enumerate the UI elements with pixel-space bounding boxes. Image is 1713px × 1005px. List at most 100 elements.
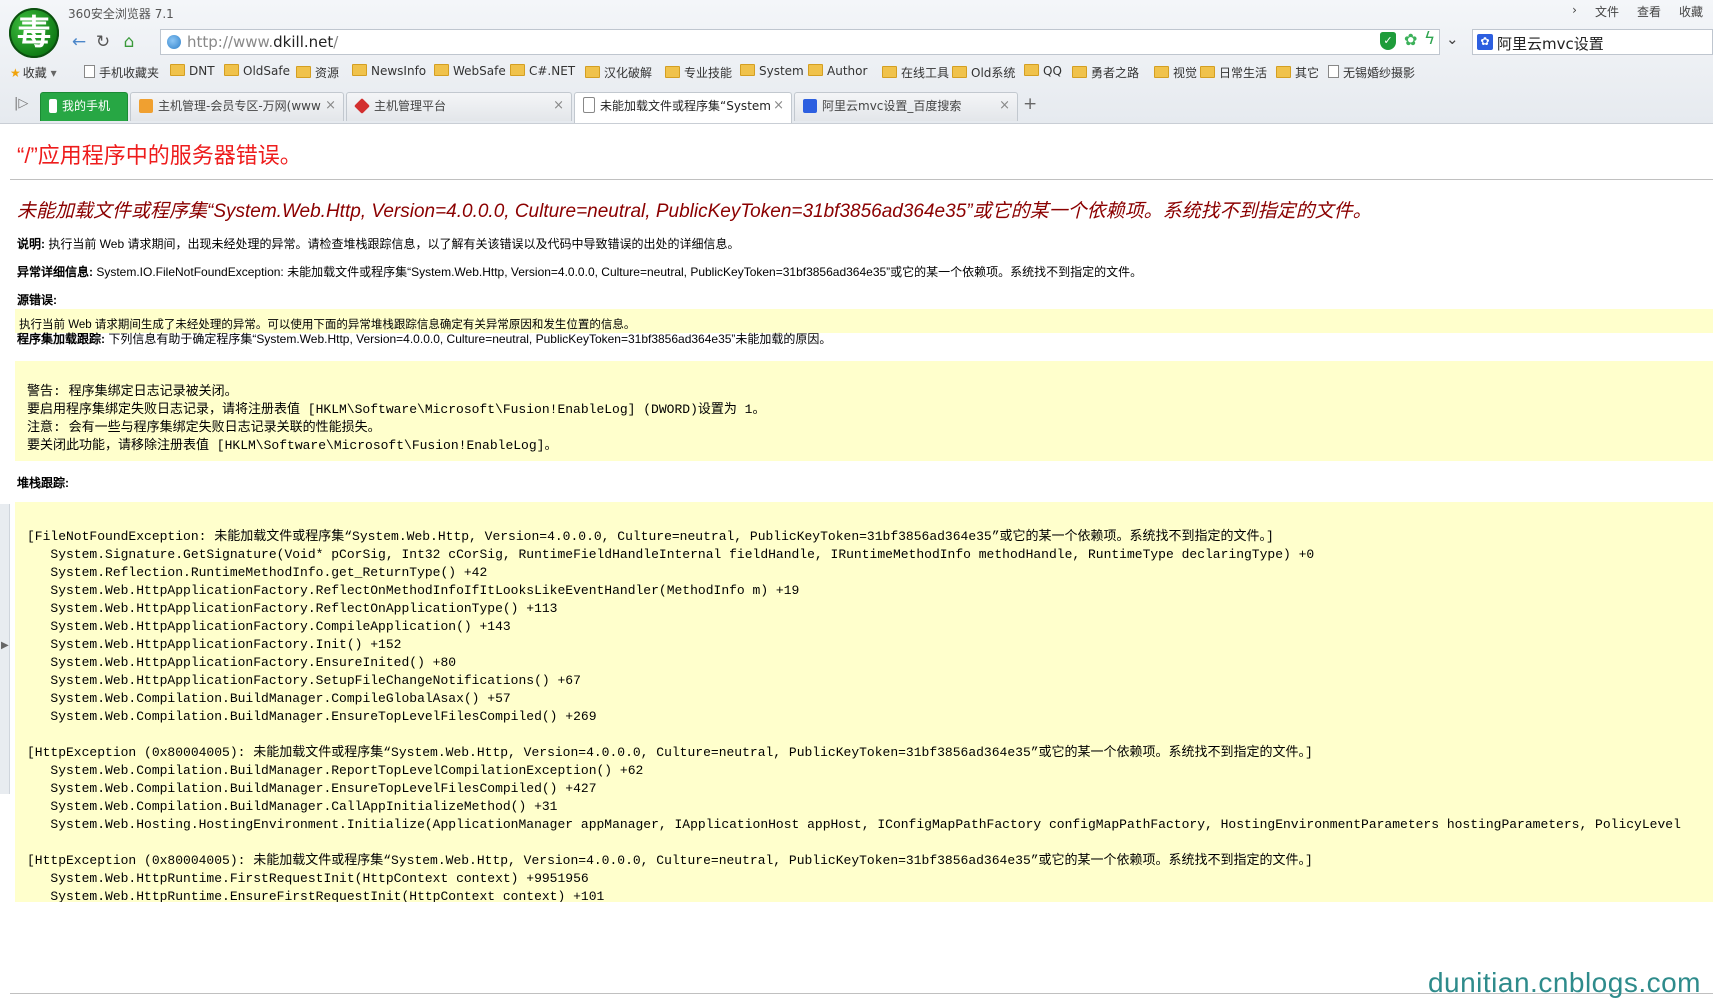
- page-content: ▶ “/”应用程序中的服务器错误。 未能加载文件或程序集“System.Web.…: [0, 124, 1713, 1005]
- tab-baidu-search[interactable]: 阿里云mvc设置_百度搜索 ×: [794, 92, 1018, 121]
- star-icon: ★: [10, 66, 21, 80]
- site-favicon-icon: [139, 99, 153, 113]
- folder-icon: [296, 66, 311, 78]
- assembly-trace-paragraph: 程序集加载跟踪: 下列信息有助于确定程序集“System.Web.Http, V…: [17, 330, 831, 347]
- bookmark-18[interactable]: 其它: [1276, 64, 1319, 81]
- search-text[interactable]: 阿里云mvc设置: [1497, 33, 1604, 54]
- diamond-favicon-icon: [354, 98, 370, 114]
- folder-icon: [952, 66, 967, 78]
- bookmark-label: 手机收藏夹: [99, 66, 160, 80]
- gear-icon[interactable]: ✿: [1404, 30, 1417, 49]
- globe-icon: [167, 35, 181, 49]
- menu-view[interactable]: 查看: [1637, 3, 1661, 20]
- description-label: 说明:: [17, 237, 45, 251]
- bookmark-0[interactable]: ★ 收藏 ▾: [10, 64, 57, 81]
- tab-host-platform[interactable]: 主机管理平台 ×: [346, 92, 572, 121]
- menu-favorites[interactable]: 收藏: [1679, 3, 1703, 20]
- stack-trace-label: 堆栈跟踪:: [17, 476, 69, 490]
- address-row: ← ↻ ⌂ http://www.dkill.net/ ✓ ✿ ϟ ⌄ ✿ 阿里…: [68, 29, 1713, 55]
- tab-host-management-wanwang[interactable]: 主机管理-会员专区-万网(www ×: [130, 92, 344, 121]
- close-icon[interactable]: ×: [773, 93, 784, 119]
- close-icon[interactable]: ×: [325, 93, 336, 119]
- exception-details-text: System.IO.FileNotFoundException: 未能加载文件或…: [93, 265, 1143, 279]
- back-arrow-icon[interactable]: ←: [68, 31, 90, 53]
- bookmark-12[interactable]: 在线工具: [882, 64, 949, 81]
- baidu-paw-icon: ✿: [1477, 34, 1493, 50]
- url-text[interactable]: http://www.dkill.net/: [187, 33, 338, 51]
- bookmark-7[interactable]: C#.NET: [510, 64, 575, 78]
- refresh-icon[interactable]: ↻: [92, 31, 114, 53]
- bookmark-label: 汉化破解: [604, 66, 653, 80]
- chevron-right-icon: ▶: [1, 640, 9, 651]
- folder-icon: [585, 66, 600, 78]
- bookmark-17[interactable]: 日常生活: [1200, 64, 1267, 81]
- close-icon[interactable]: ×: [553, 93, 564, 119]
- bookmark-6[interactable]: WebSafe: [434, 64, 506, 78]
- bookmark-label: NewsInfo: [371, 64, 427, 78]
- home-icon[interactable]: ⌂: [118, 31, 140, 53]
- page-icon: [1328, 65, 1339, 78]
- bookmark-8[interactable]: 汉化破解: [585, 64, 652, 81]
- bookmark-label: C#.NET: [529, 64, 576, 78]
- error-title: “/”应用程序中的服务器错误。: [17, 143, 302, 168]
- bookmarks-bar: ★ 收藏 ▾ 手机收藏夹 DNT OldSafe 资源 NewsInfo WebSafe C#.…: [0, 60, 1713, 84]
- stack-trace-code: [FileNotFoundException: 未能加载文件或程序集“Syste…: [27, 529, 1681, 902]
- assembly-trace-label: 程序集加载跟踪:: [17, 332, 105, 346]
- address-bar[interactable]: http://www.dkill.net/: [160, 29, 1440, 55]
- bookmark-5[interactable]: NewsInfo: [352, 64, 426, 78]
- bookmark-1[interactable]: 手机收藏夹: [84, 64, 159, 81]
- folder-icon: [224, 64, 239, 76]
- bookmark-16[interactable]: 视觉: [1154, 64, 1197, 81]
- bookmark-14[interactable]: QQ: [1024, 64, 1062, 78]
- side-panel-handle[interactable]: ▶: [0, 504, 10, 794]
- tab-my-phone[interactable]: 我的手机: [40, 92, 128, 121]
- tab-error-page[interactable]: 未能加载文件或程序集“System ×: [574, 92, 792, 123]
- search-input[interactable]: ✿ 阿里云mvc设置: [1472, 29, 1713, 55]
- folder-icon: [170, 64, 185, 76]
- bookmark-9[interactable]: 专业技能: [665, 64, 732, 81]
- folder-icon: [1154, 66, 1169, 78]
- bookmark-label: 日常生活: [1219, 66, 1268, 80]
- bookmark-4[interactable]: 资源: [296, 64, 339, 81]
- bookmark-label: Author: [827, 64, 868, 78]
- new-tab-button[interactable]: +: [1023, 94, 1037, 114]
- divider: [10, 179, 1713, 180]
- bookmark-2[interactable]: DNT: [170, 64, 215, 78]
- lightning-icon[interactable]: ϟ: [1424, 29, 1435, 49]
- bookmark-3[interactable]: OldSafe: [224, 64, 290, 78]
- description-text: 执行当前 Web 请求期间，出现未经处理的异常。请检查堆栈跟踪信息，以了解有关该…: [45, 237, 740, 251]
- chevron-right-icon[interactable]: ›: [1572, 3, 1577, 20]
- chevron-down-icon[interactable]: ▾: [47, 66, 57, 80]
- stack-trace-heading: 堆栈跟踪:: [17, 474, 69, 491]
- folder-icon: [1276, 66, 1291, 78]
- close-icon[interactable]: ×: [999, 93, 1010, 119]
- bookmark-19[interactable]: 无锡婚纱摄影: [1328, 64, 1415, 81]
- folder-icon: [352, 64, 367, 76]
- browser-logo-icon: 毒: [9, 8, 59, 58]
- bookmark-10[interactable]: System: [740, 64, 804, 78]
- description-paragraph: 说明: 执行当前 Web 请求期间，出现未经处理的异常。请检查堆栈跟踪信息，以了…: [17, 235, 739, 252]
- bookmark-label: WebSafe: [453, 64, 506, 78]
- phone-icon: [49, 99, 57, 113]
- top-menu: › 文件 查看 收藏: [1572, 3, 1703, 20]
- bookmark-13[interactable]: Old系统: [952, 64, 1015, 81]
- bookmark-label: Old系统: [971, 66, 1016, 80]
- folder-icon: [740, 64, 755, 76]
- bookmark-15[interactable]: 勇者之路: [1072, 64, 1139, 81]
- page-icon: [84, 65, 95, 78]
- tab-strip: |▷ 我的手机 主机管理-会员专区-万网(www × 主机管理平台 × 未能加载…: [0, 92, 1713, 123]
- bookmark-label: 视觉: [1173, 66, 1198, 80]
- shield-icon[interactable]: ✓: [1380, 32, 1396, 50]
- chevron-down-icon[interactable]: ⌄: [1446, 30, 1459, 48]
- source-error-label: 源错误:: [17, 293, 57, 307]
- bookmark-label: 无锡婚纱摄影: [1343, 66, 1416, 80]
- bookmark-label: 在线工具: [901, 66, 950, 80]
- browser-chrome: 毒 360安全浏览器 7.1 › 文件 查看 收藏 ← ↻ ⌂ http://w…: [0, 0, 1713, 124]
- bookmark-11[interactable]: Author: [808, 64, 867, 78]
- source-error-heading: 源错误:: [17, 291, 57, 308]
- menu-file[interactable]: 文件: [1595, 3, 1619, 20]
- exception-details-label: 异常详细信息:: [17, 265, 93, 279]
- watermark: dunitian.cnblogs.com: [1427, 967, 1701, 998]
- sidebar-toggle-icon[interactable]: |▷: [14, 96, 28, 111]
- bookmark-label: DNT: [189, 64, 215, 78]
